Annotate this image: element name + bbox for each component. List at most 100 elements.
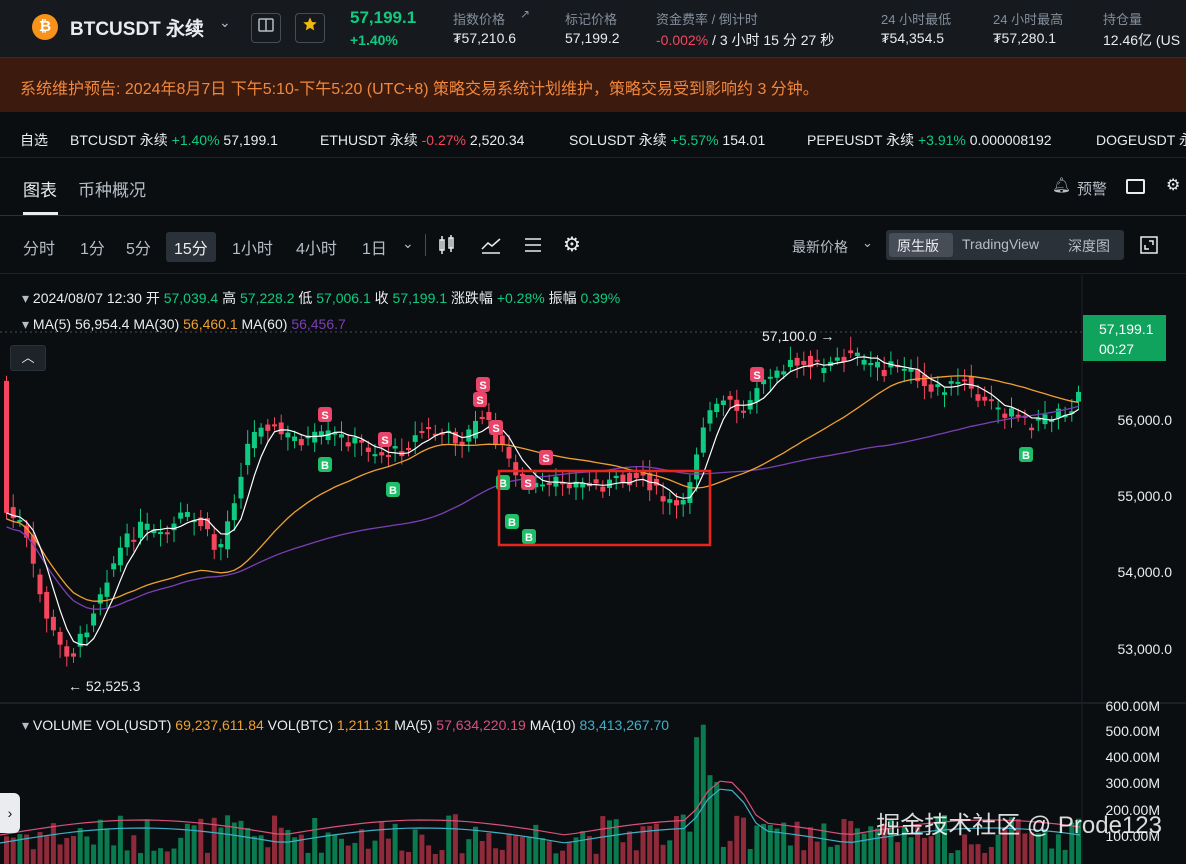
index-price-label[interactable]: 指数价格 — [453, 9, 505, 28]
ma5-line — [6, 356, 1079, 646]
volume-bar — [747, 849, 753, 864]
layout-icon[interactable] — [1126, 179, 1145, 194]
candle-body — [814, 359, 820, 362]
candle-body — [412, 435, 418, 442]
volume-bar — [64, 837, 70, 864]
index-price-value: ₮57,210.6 — [453, 30, 517, 46]
vol-axis-400m: 400.00M — [1105, 749, 1160, 765]
watchlist-label[interactable]: 自选 — [20, 130, 48, 150]
candle-body — [499, 435, 505, 445]
ticker-item-pepe[interactable]: PEPEUSDT 永续 +3.91% 0.000008192 — [807, 130, 1052, 150]
timeframe-1m[interactable]: 1分 — [80, 235, 105, 259]
symbol-name[interactable]: BTCUSDT 永续 — [70, 14, 204, 41]
candle-body — [700, 427, 706, 453]
buy-marker-label: B — [508, 517, 516, 529]
view-native[interactable]: 原生版 — [897, 236, 939, 256]
price-axis-55000: 55,000.0 — [1117, 488, 1173, 504]
candle-body — [111, 563, 117, 570]
buy-marker-label: B — [1022, 450, 1030, 462]
expand-sidebar-icon[interactable]: › — [0, 793, 20, 833]
volume-bar — [493, 848, 499, 864]
vol-ma5-label: MA(5) — [394, 717, 433, 733]
favorite-star-icon[interactable] — [295, 13, 325, 43]
candle-body — [714, 403, 720, 413]
ohlc-date: 2024/08/07 12:30 — [32, 290, 142, 306]
timeframe-1h[interactable]: 1小时 — [232, 235, 273, 259]
ticker-item-doge[interactable]: DOGEUSDT 永 — [1096, 130, 1186, 150]
ticker-item-sol[interactable]: SOLUSDT 永续 +5.57% 154.01 — [569, 130, 765, 150]
candle-body — [962, 379, 968, 382]
ticker-item-btc[interactable]: BTCUSDT 永续 +1.40% 57,199.1 — [70, 130, 278, 150]
candle-type-icon[interactable] — [438, 235, 456, 258]
settings-gear-icon[interactable]: ⚙ — [1166, 175, 1180, 195]
ticker-item-eth[interactable]: ETHUSDT 永续 -0.27% 2,520.34 — [320, 130, 524, 150]
candle-body — [406, 447, 411, 450]
sell-marker-label: S — [753, 370, 760, 382]
volume-bar — [312, 817, 318, 864]
candle-body — [754, 388, 760, 402]
mark-price-label: 标记价格 — [565, 12, 618, 27]
candle-body — [104, 582, 110, 597]
book-icon[interactable] — [251, 13, 281, 43]
vol-ma10-label: MA(10) — [529, 717, 576, 733]
volume-bar — [982, 852, 988, 864]
tab-chart[interactable]: 图表 — [23, 176, 57, 201]
volume-bar — [694, 737, 700, 864]
funding-rate-value: -0.002% / 3 小时 15 分 27 秒 — [656, 30, 834, 50]
chevron-down-icon[interactable]: ⌄ — [219, 14, 231, 31]
volume-bar — [613, 819, 619, 864]
candle-body — [37, 574, 43, 595]
candle-body — [1015, 414, 1021, 417]
candle-body — [298, 438, 304, 446]
volume-bar — [627, 831, 633, 864]
chart-settings-icon[interactable]: ⚙ — [563, 232, 581, 257]
candle-body — [794, 357, 800, 366]
timeframe-tick[interactable]: 分时 — [23, 235, 55, 259]
candle-body — [801, 360, 807, 365]
indicator-icon[interactable] — [481, 236, 501, 257]
candle-body — [982, 396, 988, 401]
notice-text[interactable]: 系统维护预告: 2024年8月7日 下午5:10-下午5:20 (UTC+8) … — [20, 75, 819, 99]
kline-chart-area[interactable]: SBSBSSSBSSBBSB ▾ 2024/08/07 12:30 开 57,0… — [0, 275, 1186, 864]
candle-body — [580, 483, 586, 488]
price-axis-56000: 56,000.0 — [1117, 412, 1173, 428]
volume-bar — [727, 840, 733, 864]
candle-body — [131, 539, 137, 542]
sell-marker-label: S — [524, 478, 531, 490]
external-link-icon[interactable]: ↗ — [520, 7, 530, 21]
view-depth[interactable]: 深度图 — [1068, 236, 1110, 256]
view-tabs: 图表 币种概况 🔔︎ 预警 ⚙ — [0, 158, 1186, 216]
funding-rate-label: 资金费率 / 倒计时 — [656, 12, 758, 27]
vol-btc-label: VOL(BTC) — [267, 717, 334, 733]
timeframe-4h[interactable]: 4小时 — [296, 235, 337, 259]
fullscreen-icon[interactable] — [1140, 236, 1158, 257]
volume-bar — [1049, 848, 1055, 864]
timeframe-more-chevron-icon[interactable]: ⌄ — [402, 235, 414, 252]
volume-bar — [131, 835, 137, 864]
candle-body — [881, 369, 887, 377]
collapse-caret-icon[interactable]: ▾ — [22, 290, 29, 306]
timeframe-1d[interactable]: 1日 — [362, 235, 387, 259]
volume-bar — [406, 851, 411, 864]
volume-bar — [265, 847, 271, 864]
volume-caret-icon[interactable]: ▾ — [22, 717, 29, 733]
candle-body — [1029, 427, 1035, 431]
candlestick-chart[interactable]: SBSBSSSB SSBBSB — [0, 275, 1186, 864]
candle-body — [861, 359, 867, 365]
candle-body — [272, 424, 277, 427]
price-type-chevron-icon[interactable]: ⌄ — [862, 235, 873, 251]
timeframe-5m[interactable]: 5分 — [126, 235, 151, 259]
ma-caret-icon[interactable]: ▾ — [22, 316, 29, 332]
alert-bell-icon[interactable]: 🔔︎ — [1052, 176, 1071, 194]
volume-bar — [439, 850, 445, 864]
candle-body — [91, 613, 97, 626]
tab-coin-info[interactable]: 币种概况 — [78, 176, 146, 201]
volume-bar — [513, 835, 519, 864]
list-icon[interactable] — [524, 236, 542, 257]
collapse-up-icon[interactable]: ︿ — [10, 345, 46, 371]
alert-button[interactable]: 预警 — [1077, 178, 1107, 199]
view-tradingview[interactable]: TradingView — [962, 236, 1039, 252]
price-type-select[interactable]: 最新价格 — [792, 237, 848, 257]
candle-body — [875, 361, 880, 368]
timeframe-15m[interactable]: 15分 — [166, 232, 216, 262]
